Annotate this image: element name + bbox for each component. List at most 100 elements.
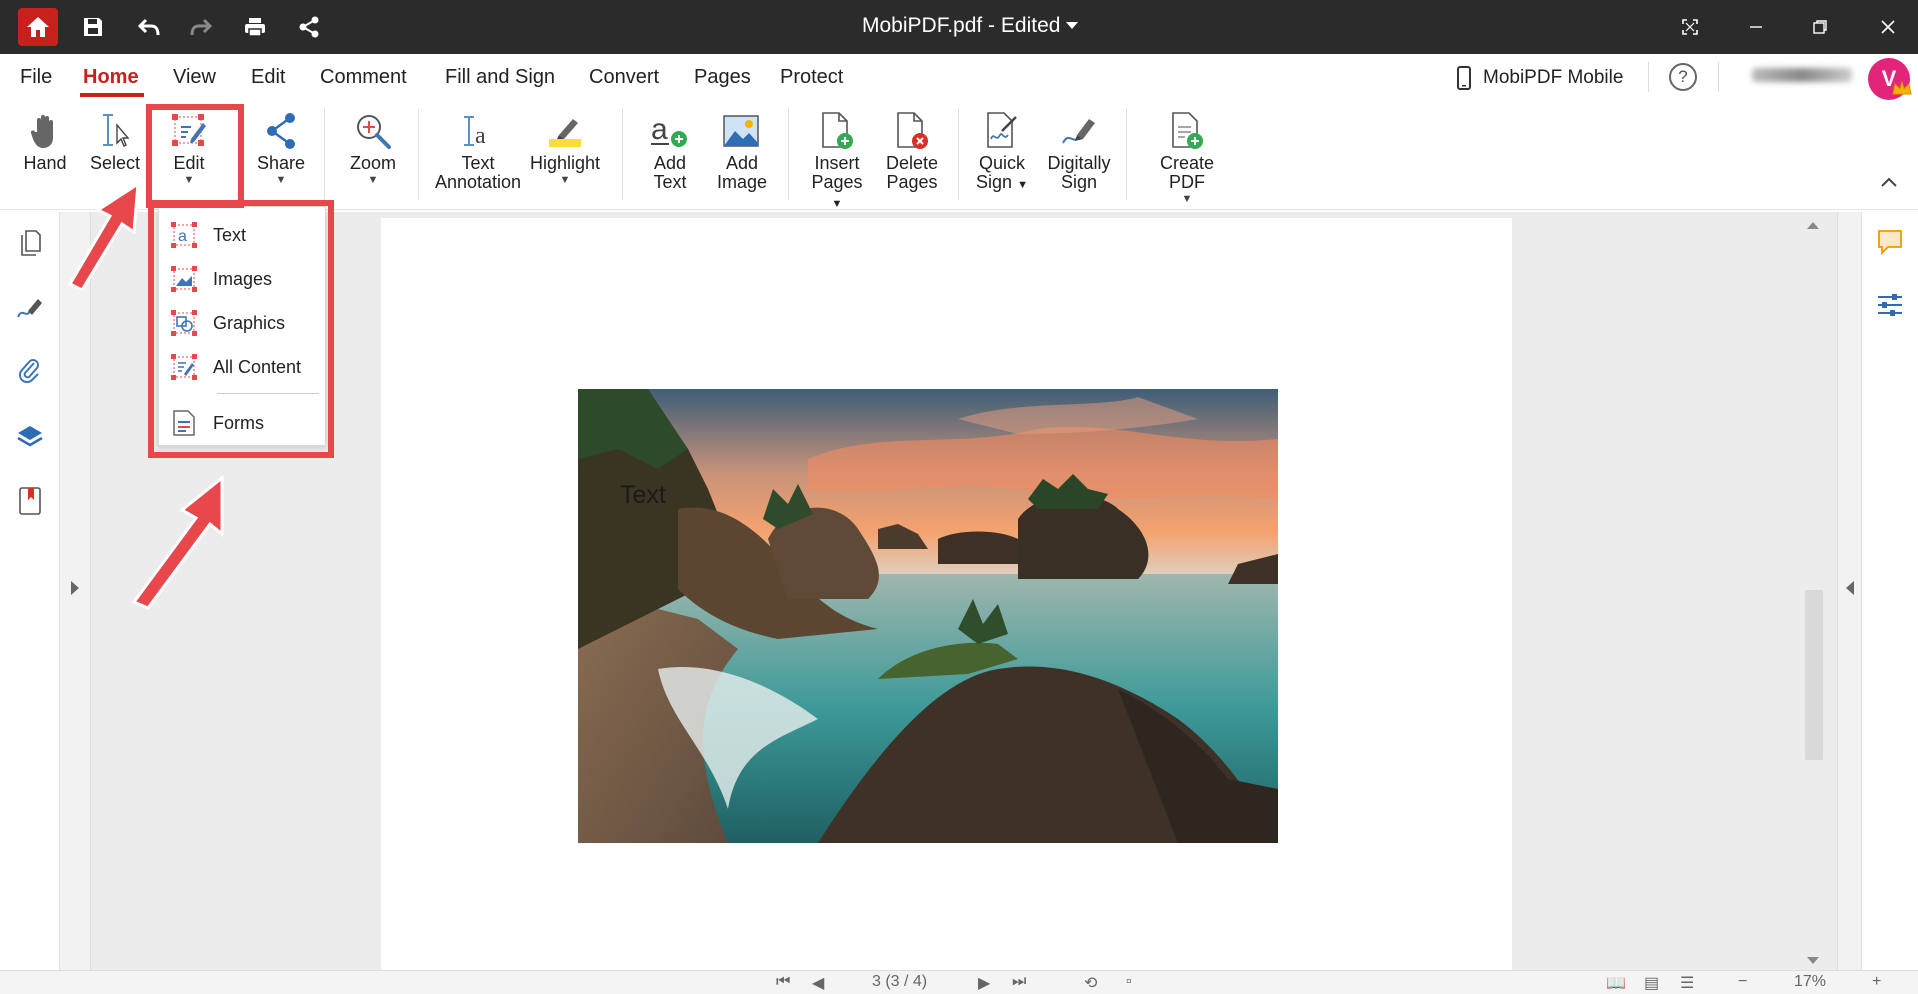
save-icon — [84, 18, 102, 36]
reading-mode-icon[interactable]: 📖 — [1606, 973, 1626, 993]
insert-pages-label-2: Pages ▼ — [811, 172, 863, 211]
expand-left-panel-icon[interactable] — [70, 580, 80, 596]
last-page-button[interactable]: ⏭ — [1012, 973, 1026, 991]
share-button-titlebar[interactable] — [294, 12, 324, 42]
zoom-level[interactable]: 17% — [1794, 973, 1826, 991]
text-annotation-icon: a — [464, 116, 486, 149]
pages-icon — [21, 230, 41, 256]
right-sidebar — [1861, 212, 1918, 970]
redo-button[interactable] — [186, 12, 216, 42]
highlighter-icon — [549, 119, 581, 147]
fullscreen-icon — [1682, 19, 1698, 35]
highlight-button[interactable]: Highlight ▼ — [529, 108, 601, 186]
right-panel-toggle-strip[interactable] — [1837, 212, 1861, 970]
insert-pages-button[interactable]: Insert Pages ▼ — [804, 108, 870, 214]
attachments-panel-button[interactable] — [15, 356, 45, 386]
left-panel-toggle-strip[interactable] — [60, 212, 91, 970]
ribbon-divider — [788, 108, 789, 200]
restore-button[interactable] — [1800, 12, 1840, 42]
hand-tool-button[interactable]: Hand — [20, 108, 70, 173]
scroll-down-icon[interactable] — [1806, 956, 1820, 966]
create-pdf-icon — [1172, 112, 1203, 149]
zoom-in-button[interactable]: + — [1872, 973, 1881, 991]
caret-down-icon: ▼ — [275, 174, 287, 186]
menu-file[interactable]: File — [20, 66, 52, 89]
pages-panel-button[interactable] — [15, 228, 45, 258]
comments-panel-button[interactable] — [1876, 228, 1904, 261]
document-title[interactable]: MobiPDF.pdf - Edited — [862, 14, 1079, 38]
help-button[interactable]: ? — [1669, 63, 1697, 91]
dropdown-highlight-box — [148, 200, 334, 458]
save-button[interactable] — [78, 12, 108, 42]
menu-home[interactable]: Home — [83, 66, 139, 89]
next-page-button[interactable]: ▶ — [978, 973, 990, 993]
page-view-icon[interactable]: ▫ — [1126, 973, 1132, 991]
add-text-button[interactable]: a Add Text — [644, 108, 696, 192]
share-tool-button[interactable]: Share ▼ — [256, 108, 306, 186]
redo-icon — [190, 18, 213, 36]
fullscreen-button[interactable] — [1670, 12, 1710, 42]
digitally-sign-button[interactable]: Digitally Sign — [1044, 108, 1114, 192]
create-pdf-button[interactable]: Create PDF ▼ — [1142, 108, 1232, 205]
zoom-out-button[interactable]: − — [1738, 973, 1747, 991]
minimize-icon — [1750, 26, 1762, 28]
menu-convert[interactable]: Convert — [589, 66, 659, 89]
home-button[interactable] — [18, 8, 58, 46]
scroll-up-icon[interactable] — [1806, 220, 1820, 230]
crown-icon — [1892, 80, 1912, 95]
expand-right-panel-icon[interactable] — [1845, 580, 1855, 596]
close-button[interactable] — [1868, 12, 1908, 42]
add-image-label-1: Add — [725, 153, 759, 173]
single-page-icon[interactable]: ▤ — [1644, 973, 1659, 993]
quick-sign-button[interactable]: Quick Sign ▼ — [972, 108, 1032, 195]
undo-button[interactable] — [134, 12, 164, 42]
menu-fill-and-sign[interactable]: Fill and Sign — [445, 66, 555, 89]
menu-pages[interactable]: Pages — [694, 66, 751, 89]
layers-icon — [17, 426, 43, 447]
delete-pages-button[interactable]: Delete Pages — [884, 108, 940, 192]
text-annotation-button[interactable]: a Text Annotation — [432, 108, 524, 192]
menu-edit[interactable]: Edit — [251, 66, 285, 89]
highlight-label: Highlight — [529, 153, 601, 173]
share-icon — [299, 16, 319, 38]
minimize-button[interactable] — [1736, 12, 1776, 42]
mobipdf-mobile-link[interactable]: MobiPDF Mobile — [1457, 66, 1623, 90]
svg-text:a: a — [475, 123, 486, 149]
insert-pages-label-1: Insert — [814, 153, 860, 173]
phone-icon — [1457, 66, 1471, 90]
close-icon — [1881, 20, 1895, 34]
coastal-landscape-image[interactable]: Text — [578, 389, 1278, 843]
signatures-panel-button[interactable] — [15, 292, 45, 322]
layers-panel-button[interactable] — [15, 422, 45, 452]
print-button[interactable] — [240, 12, 270, 42]
menu-protect[interactable]: Protect — [780, 66, 843, 89]
caret-down-icon: ▼ — [367, 174, 379, 186]
edit-button-highlight-box — [146, 104, 244, 208]
menu-view[interactable]: View — [173, 66, 216, 89]
annotation-arrow-up — [67, 181, 140, 290]
scrollbar-thumb[interactable] — [1805, 590, 1823, 760]
zoom-tool-label: Zoom — [349, 153, 396, 173]
first-page-button[interactable]: ⏮ — [776, 973, 790, 991]
image-overlay-text[interactable]: Text — [620, 481, 666, 510]
bookmarks-panel-button[interactable] — [15, 486, 45, 516]
zoom-tool-button[interactable]: Zoom ▼ — [348, 108, 398, 186]
add-image-button[interactable]: Add Image — [716, 108, 768, 192]
select-tool-button[interactable]: Select — [90, 108, 140, 173]
page-indicator[interactable]: 3 (3 / 4) — [872, 973, 927, 991]
add-text-label-2: Text — [653, 172, 687, 192]
properties-panel-button[interactable] — [1876, 292, 1904, 323]
collapse-ribbon-icon[interactable] — [1880, 176, 1898, 188]
rotate-page-icon[interactable]: ⟲ — [1084, 973, 1097, 993]
paperclip-icon — [18, 359, 39, 384]
menu-comment[interactable]: Comment — [320, 66, 407, 89]
document-title-text: MobiPDF.pdf - Edited — [862, 14, 1061, 37]
continuous-scroll-icon[interactable]: ☰ — [1680, 973, 1694, 993]
ribbon-divider — [622, 108, 623, 200]
landscape-photo — [578, 389, 1278, 843]
previous-page-button[interactable]: ◀ — [812, 973, 824, 993]
add-image-label-2: Image — [716, 172, 768, 192]
vertical-scrollbar[interactable] — [1805, 212, 1833, 970]
add-text-icon: a — [651, 113, 687, 147]
delete-page-icon — [897, 112, 928, 149]
